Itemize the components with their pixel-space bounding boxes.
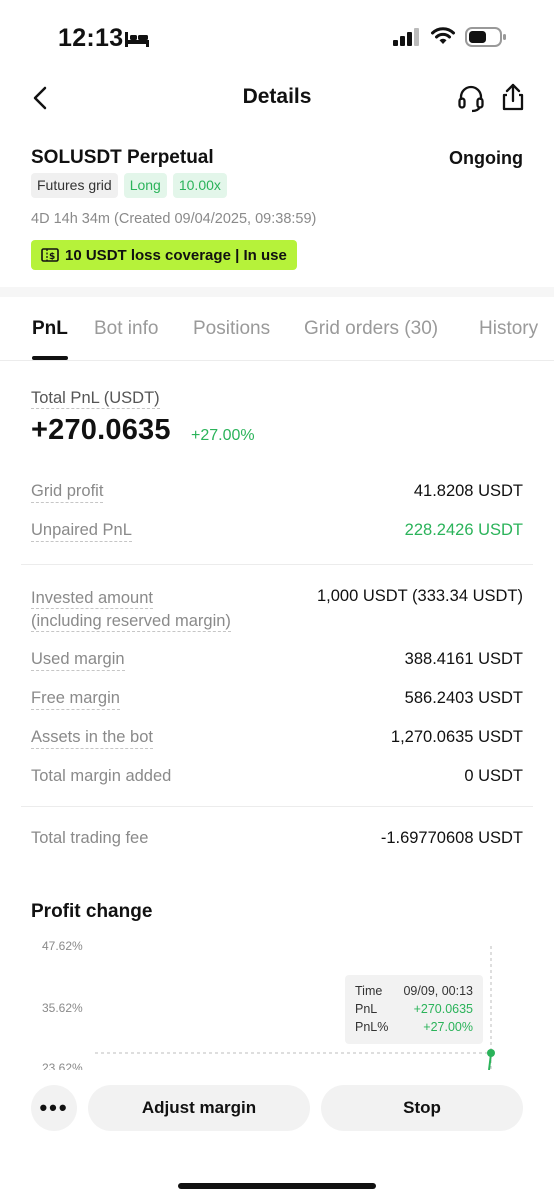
used-margin-label[interactable]: Used margin <box>31 650 125 671</box>
tooltip-pct-value: +27.00% <box>423 1020 473 1034</box>
tab-history[interactable]: History <box>479 318 538 340</box>
tab-grid-orders[interactable]: Grid orders (30) <box>304 318 438 340</box>
tab-active-indicator <box>32 356 68 360</box>
bot-status: Ongoing <box>449 148 523 168</box>
tab-bar: PnL Bot info Positions Grid orders (30) … <box>0 297 554 361</box>
headset-icon[interactable] <box>456 83 486 113</box>
home-indicator <box>178 1183 376 1189</box>
divider <box>21 564 533 565</box>
profit-change-title: Profit change <box>31 901 153 922</box>
total-pnl-value: +270.0635 <box>31 414 171 446</box>
svg-text:$: $ <box>49 252 55 262</box>
grid-profit-label[interactable]: Grid profit <box>31 482 104 503</box>
unpaired-pnl-label[interactable]: Unpaired PnL <box>31 521 132 542</box>
ticket-icon: $ <box>41 248 59 262</box>
tooltip-pct-label: PnL% <box>355 1020 389 1034</box>
tab-bot-info[interactable]: Bot info <box>94 318 158 340</box>
total-pnl-percent: +27.00% <box>191 427 255 444</box>
tooltip-pnl-label: PnL <box>355 1002 378 1016</box>
nav-bar: Details <box>0 75 554 125</box>
free-margin-value: 586.2403 USDT <box>404 689 523 707</box>
margin-added-value: 0 USDT <box>464 767 523 785</box>
tab-positions[interactable]: Positions <box>193 318 270 340</box>
tab-pnl[interactable]: PnL <box>32 318 68 340</box>
free-margin-label[interactable]: Free margin <box>31 689 120 710</box>
share-icon[interactable] <box>498 82 528 112</box>
unpaired-pnl-value: 228.2426 USDT <box>404 521 523 539</box>
more-button[interactable]: ••• <box>31 1085 77 1131</box>
tooltip-pnl-value: +270.0635 <box>413 1002 473 1016</box>
bottom-action-bar: ••• Adjust margin Stop <box>0 1070 554 1200</box>
profit-point <box>487 1049 495 1057</box>
invested-amount-label[interactable]: Invested amount (including reserved marg… <box>31 587 231 633</box>
adjust-margin-button[interactable]: Adjust margin <box>88 1085 310 1131</box>
signal-icon <box>393 28 419 46</box>
tooltip-time-label: Time <box>355 984 383 998</box>
assets-value: 1,270.0635 USDT <box>390 728 523 746</box>
chart-tooltip: Time 09/09, 00:13 PnL +270.0635 PnL% +27.00… <box>345 975 483 1044</box>
status-bar: 12:13 <box>0 0 554 75</box>
tooltip-time-value: 09/09, 00:13 <box>403 984 473 998</box>
invested-amount-row: Invested amount (including reserved marg… <box>31 587 523 633</box>
stop-button[interactable]: Stop <box>321 1085 523 1131</box>
tag-leverage: 10.00x <box>172 173 227 198</box>
bot-runtime: 4D 14h 34m (Created 09/04/2025, 09:38:59… <box>31 211 317 227</box>
used-margin-value: 388.4161 USDT <box>404 650 523 668</box>
assets-label[interactable]: Assets in the bot <box>31 728 153 749</box>
wifi-icon <box>431 27 455 44</box>
status-time: 12:13 <box>58 24 124 52</box>
trading-fee-label: Total trading fee <box>31 829 149 847</box>
invested-amount-value: 1,000 USDT (333.34 USDT) <box>316 587 523 605</box>
loss-coverage-badge[interactable]: $ 10 USDT loss coverage | In use <box>31 240 297 270</box>
margin-added-label: Total margin added <box>31 767 172 785</box>
total-pnl-label[interactable]: Total PnL (USDT) <box>31 389 160 409</box>
battery-icon <box>465 27 506 47</box>
bot-pair-title: SOLUSDT Perpetual <box>31 147 214 168</box>
divider <box>21 806 533 807</box>
section-separator <box>0 287 554 297</box>
bot-tags: Futures grid Long 10.00x <box>31 173 227 198</box>
bed-icon <box>125 32 149 47</box>
grid-profit-value: 41.8208 USDT <box>413 482 523 500</box>
tag-direction: Long <box>123 173 167 198</box>
trading-fee-value: -1.69770608 USDT <box>380 829 523 847</box>
tag-type: Futures grid <box>31 173 118 198</box>
loss-coverage-text: 10 USDT loss coverage | In use <box>65 246 287 264</box>
